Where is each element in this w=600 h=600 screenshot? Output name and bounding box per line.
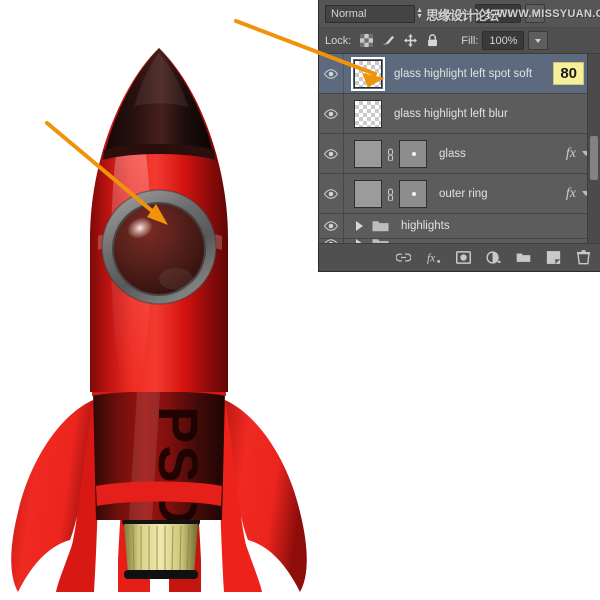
- add-layer-mask-button[interactable]: [456, 250, 471, 265]
- layer-visibility-toggle[interactable]: [319, 94, 344, 133]
- new-layer-button[interactable]: [546, 250, 561, 265]
- folder-icon: [372, 219, 389, 233]
- layer-fx-indicator[interactable]: fx: [566, 186, 576, 202]
- rocket-lower-body: PSD: [92, 376, 226, 528]
- layer-name[interactable]: glass: [439, 148, 566, 160]
- layer-fx-indicator[interactable]: fx: [566, 146, 576, 162]
- layer-name[interactable]: outer ring: [439, 188, 566, 200]
- fill-control[interactable]: Fill: 100%: [461, 31, 548, 50]
- layer-thumbnails[interactable]: [354, 180, 427, 208]
- layers-scrollbar-thumb[interactable]: [590, 136, 598, 180]
- eye-icon: [324, 221, 338, 231]
- layer-style-fx-button[interactable]: fx: [426, 250, 441, 265]
- group-expand-arrow-icon[interactable]: [356, 221, 363, 231]
- svg-text:fx: fx: [427, 252, 435, 264]
- eye-icon: [324, 69, 338, 79]
- opacity-input[interactable]: 100%: [475, 4, 521, 23]
- lock-position-icon[interactable]: [404, 34, 417, 47]
- fill-value: 100%: [489, 35, 517, 47]
- eye-icon: [324, 189, 338, 199]
- layer-visibility-toggle[interactable]: [319, 214, 344, 238]
- blend-mode-spinner-icon: ▲▼: [416, 8, 423, 20]
- layer-opacity-badge: 80: [553, 62, 584, 85]
- mask-link-icon[interactable]: [386, 187, 395, 201]
- layer-thumbnail[interactable]: [354, 140, 382, 168]
- layers-scrollbar[interactable]: [587, 54, 600, 243]
- new-adjustment-layer-button[interactable]: [486, 250, 501, 265]
- layer-row[interactable]: glass fx: [319, 134, 600, 174]
- lock-label: Lock:: [325, 35, 351, 47]
- delete-layer-button[interactable]: [576, 250, 591, 265]
- layer-row[interactable]: glass highlight left blur: [319, 94, 600, 134]
- layer-visibility-toggle[interactable]: [319, 134, 344, 173]
- layer-group-row[interactable]: highlights: [319, 214, 600, 239]
- layer-name[interactable]: glass highlight left blur: [394, 108, 600, 120]
- canvas-area[interactable]: PSD: [0, 0, 318, 600]
- blend-mode-value: Normal: [331, 8, 366, 20]
- layer-mask-thumbnail[interactable]: [399, 140, 427, 168]
- blend-opacity-bar: Normal ▲▼ Opacity: 100%: [319, 0, 600, 28]
- layer-thumbnail[interactable]: [354, 180, 382, 208]
- opacity-label: Opacity:: [431, 8, 471, 20]
- layer-row[interactable]: outer ring fx: [319, 174, 600, 214]
- chevron-down-icon: [532, 12, 538, 16]
- layers-panel: Normal ▲▼ Opacity: 100% Lock:: [318, 0, 600, 272]
- eye-icon: [324, 109, 338, 119]
- fill-dropdown-button[interactable]: [528, 31, 548, 50]
- opacity-value: 100%: [484, 8, 512, 20]
- mask-link-icon[interactable]: [386, 147, 395, 161]
- chevron-down-icon: [535, 39, 541, 43]
- layer-group-name[interactable]: highlights: [401, 220, 600, 232]
- layer-visibility-toggle[interactable]: [319, 54, 344, 93]
- layer-thumbnail[interactable]: [354, 60, 382, 88]
- link-layers-button[interactable]: [396, 250, 411, 265]
- rocket-porthole: [102, 190, 216, 304]
- rocket-nozzle: [122, 516, 200, 579]
- layer-visibility-toggle[interactable]: [319, 174, 344, 213]
- fill-label: Fill:: [461, 35, 478, 47]
- layer-thumbnails[interactable]: [354, 60, 382, 88]
- lock-all-icon[interactable]: [426, 34, 439, 47]
- opacity-control[interactable]: Opacity: 100%: [431, 4, 545, 23]
- lock-transparent-pixels-icon[interactable]: [360, 34, 373, 47]
- fill-input[interactable]: 100%: [482, 31, 524, 50]
- eye-icon: [324, 149, 338, 159]
- new-group-button[interactable]: [516, 250, 531, 265]
- layers-bottom-toolbar: fx: [319, 243, 600, 271]
- layer-name[interactable]: glass highlight left spot soft: [394, 68, 553, 80]
- blend-mode-select[interactable]: Normal ▲▼: [325, 5, 415, 23]
- layer-thumbnails[interactable]: [354, 100, 382, 128]
- lock-fill-bar: Lock: Fill:: [319, 28, 600, 54]
- layer-list[interactable]: glass highlight left spot soft 80 glass …: [319, 54, 600, 243]
- lock-image-pixels-icon[interactable]: [382, 34, 395, 47]
- layer-thumbnail[interactable]: [354, 100, 382, 128]
- layer-thumbnails[interactable]: [354, 140, 427, 168]
- lock-options: [360, 34, 439, 47]
- rocket-illustration: PSD: [0, 0, 318, 600]
- layer-row[interactable]: glass highlight left spot soft 80: [319, 54, 600, 94]
- opacity-dropdown-button[interactable]: [525, 4, 545, 23]
- layer-mask-thumbnail[interactable]: [399, 180, 427, 208]
- rocket-psd-label: PSD: [147, 406, 210, 527]
